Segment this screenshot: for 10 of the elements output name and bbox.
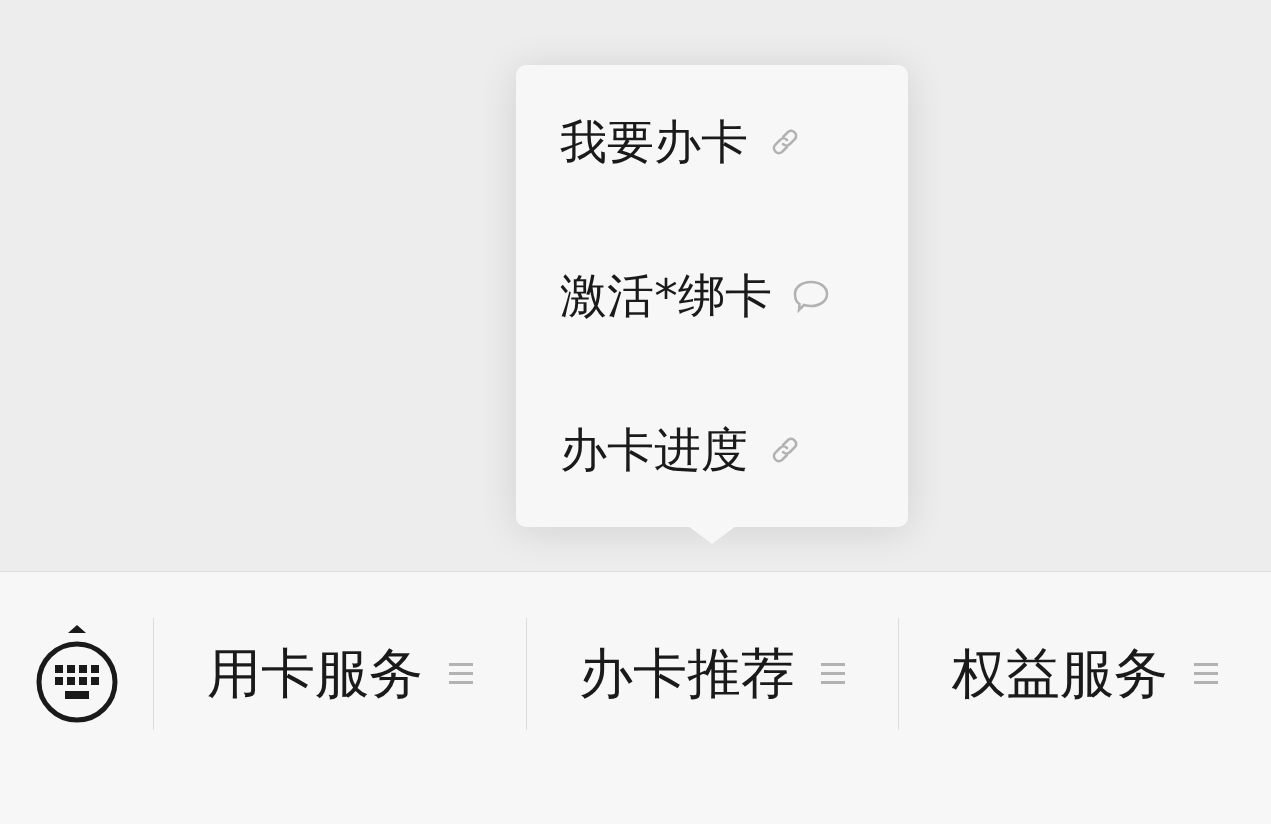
menu-icon xyxy=(448,663,473,685)
menu-icon xyxy=(821,663,846,685)
submenu-item[interactable]: 办卡进度 xyxy=(516,373,909,527)
menu-tab[interactable]: 用卡服务 xyxy=(196,618,483,730)
menu-icon xyxy=(1193,663,1218,685)
menu-tab[interactable]: 办卡推荐 xyxy=(569,618,856,730)
submenu-item[interactable]: 激活*绑卡 xyxy=(516,219,909,373)
submenu-item[interactable]: 我要办卡 xyxy=(516,65,909,219)
speech-bubble-icon xyxy=(791,279,830,313)
menu-tab[interactable]: 权益服务 xyxy=(941,618,1228,730)
